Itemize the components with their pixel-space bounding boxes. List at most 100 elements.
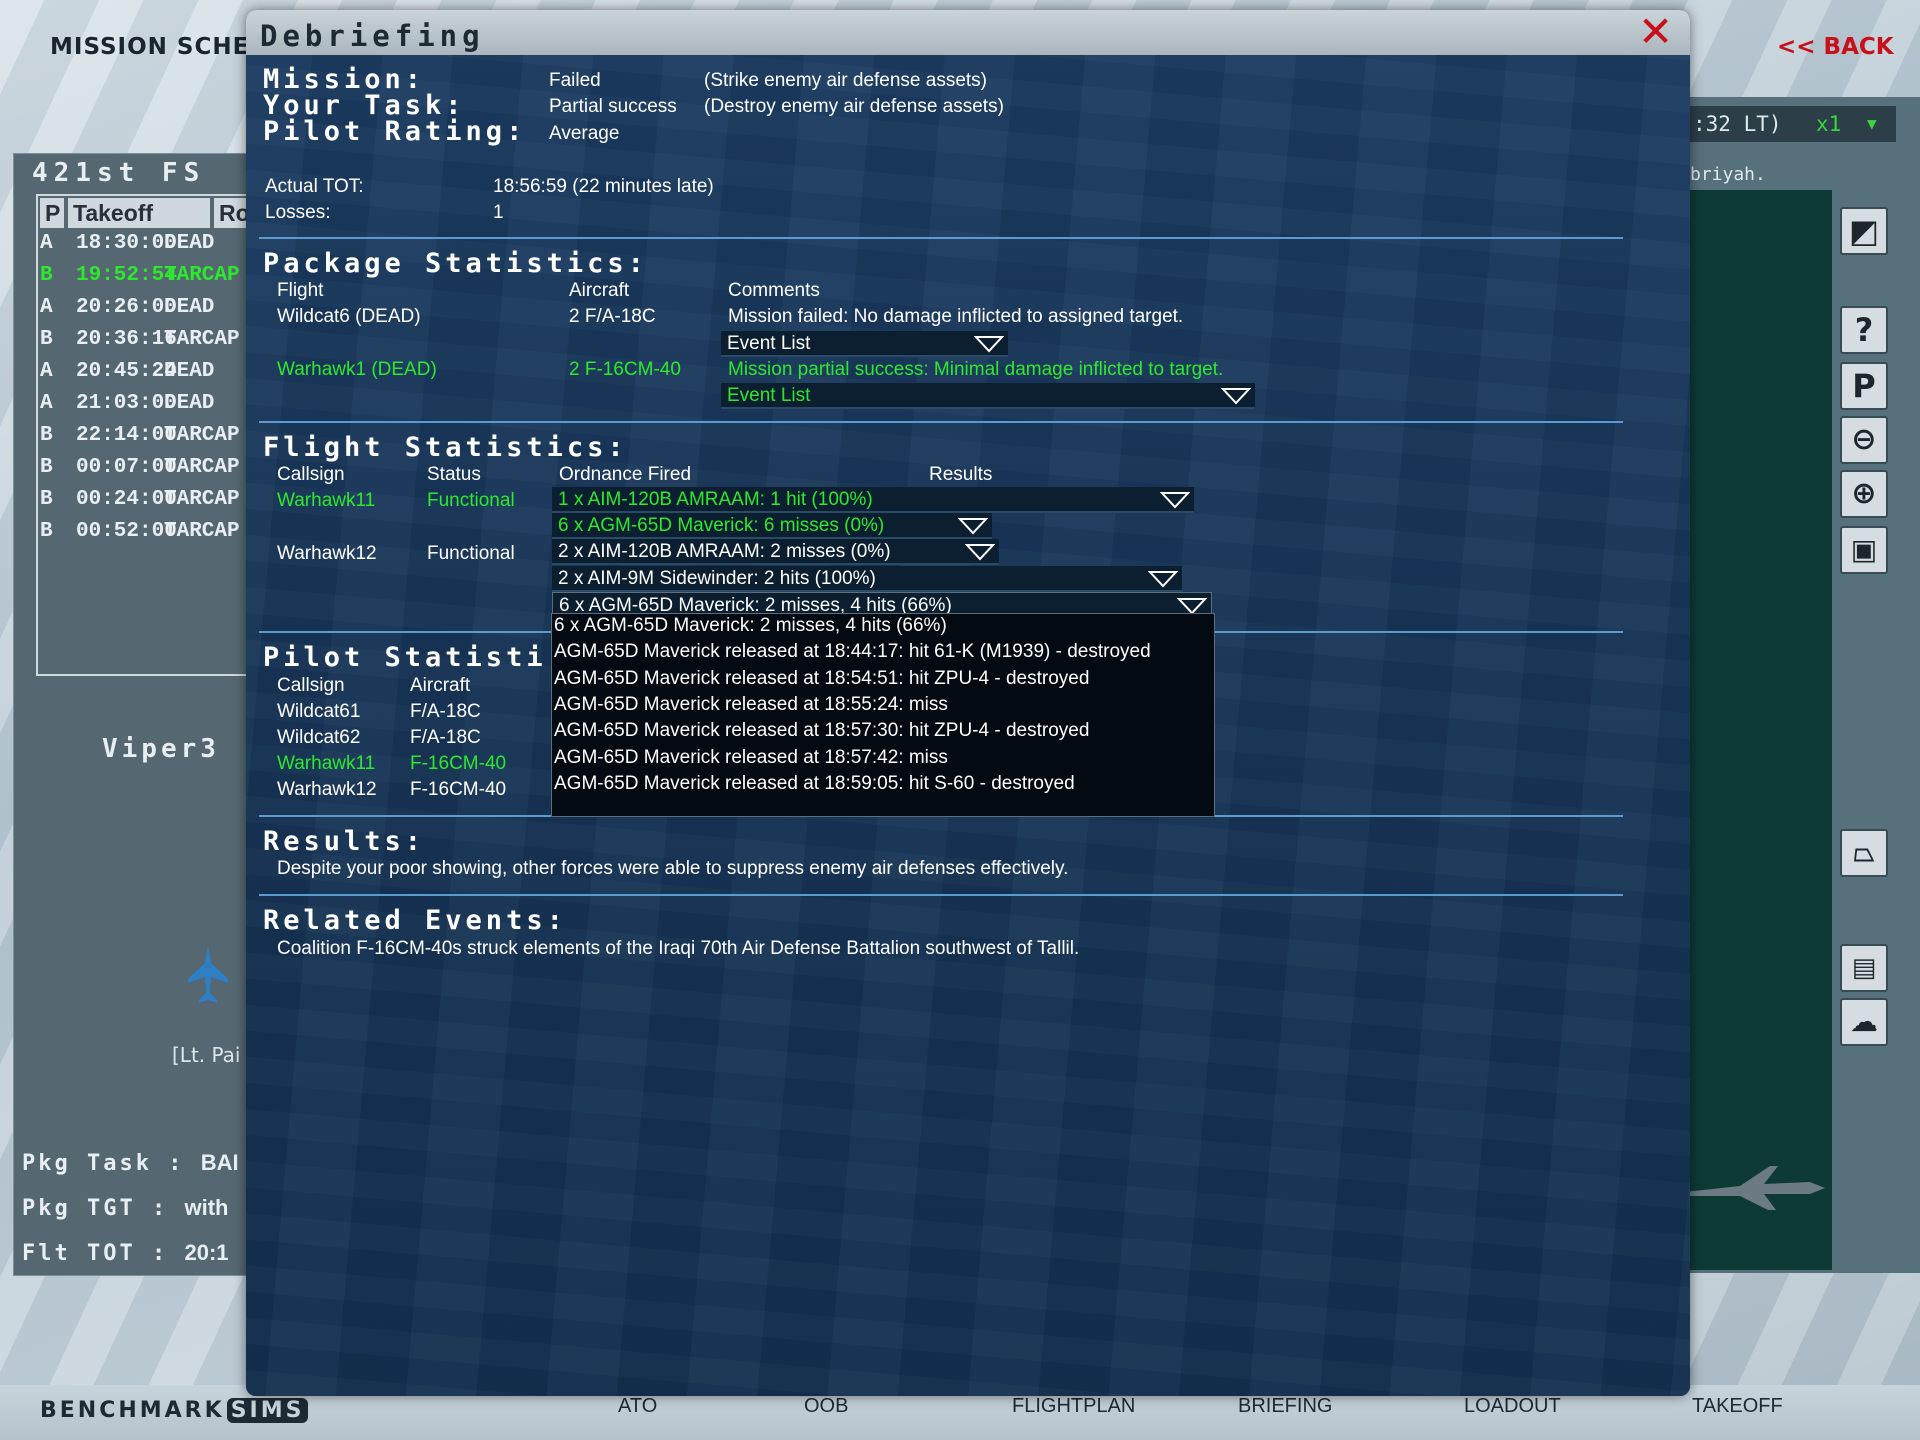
flight-p: B bbox=[40, 424, 53, 447]
aircraft-icon bbox=[188, 945, 228, 1003]
flight-row[interactable]: A 20:26:00 DEAD bbox=[38, 296, 256, 328]
flight-row[interactable]: B 22:14:00 TARCAP bbox=[38, 424, 256, 456]
ps-aircraft: F/A-18C bbox=[410, 701, 481, 722]
event-item[interactable]: AGM-65D Maverick released at 18:55:24: m… bbox=[554, 694, 948, 716]
event-item[interactable]: AGM-65D Maverick released at 18:44:17: h… bbox=[554, 641, 1151, 663]
dropdown-arrow-icon[interactable] bbox=[964, 542, 996, 562]
fs-col-results: Results bbox=[929, 464, 993, 485]
ordnance-label: 2 x AIM-120B AMRAAM: 2 misses (0%) bbox=[558, 541, 891, 562]
map-time-bar: :32 LT) x1 ▼ bbox=[1689, 106, 1896, 142]
event-item[interactable]: AGM-65D Maverick released at 18:57:30: h… bbox=[554, 720, 1089, 742]
rating-value: Average bbox=[549, 123, 620, 144]
flight-takeoff: 20:36:16 bbox=[76, 328, 177, 351]
flt-tot-row: Flt TOT : 20:1 bbox=[22, 1240, 229, 1266]
divider bbox=[259, 421, 1623, 423]
ps-callsign: Warhawk11 bbox=[277, 753, 376, 774]
related-heading: Related Events: bbox=[263, 905, 567, 936]
col-header-takeoff[interactable]: Takeoff bbox=[68, 198, 210, 228]
flight-row[interactable]: B 00:24:00 TARCAP bbox=[38, 488, 256, 520]
tab-oob[interactable]: OOB bbox=[804, 1395, 848, 1418]
fit-view-icon[interactable]: ▣ bbox=[1840, 526, 1888, 574]
pkg-row2-comment: Mission partial success: Minimal damage … bbox=[728, 359, 1224, 380]
divider bbox=[259, 237, 1623, 239]
event-list-dropdown[interactable]: Event List bbox=[721, 331, 1008, 357]
flight-row[interactable]: A 18:30:00 DEAD bbox=[38, 232, 256, 264]
tab-ato[interactable]: ATO bbox=[618, 1395, 657, 1418]
event-item[interactable]: AGM-65D Maverick released at 18:54:51: h… bbox=[554, 668, 1089, 690]
weather-icon[interactable]: ☁ bbox=[1840, 998, 1888, 1046]
ps-aircraft: F-16CM-40 bbox=[410, 753, 507, 774]
flight-role: TARCAP bbox=[164, 424, 240, 447]
fs-row2-status: Functional bbox=[427, 543, 515, 564]
fs-col-status: Status bbox=[427, 464, 481, 485]
fs-row1-status: Functional bbox=[427, 490, 515, 511]
flight-p: B bbox=[40, 488, 53, 511]
ordnance-dropdown[interactable]: 2 x AIM-9M Sidewinder: 2 hits (100%) bbox=[552, 566, 1182, 592]
dropdown-arrow-icon[interactable] bbox=[973, 334, 1005, 354]
ps-col-aircraft: Aircraft bbox=[410, 675, 471, 696]
back-button[interactable]: << BACK bbox=[1777, 34, 1894, 60]
tab-takeoff[interactable]: TAKEOFF bbox=[1692, 1395, 1783, 1418]
flight-role: TARCAP bbox=[164, 328, 240, 351]
map-view[interactable] bbox=[1689, 190, 1832, 1270]
flight-row[interactable]: B 00:52:00 TARCAP bbox=[38, 520, 256, 552]
pkg-row2-flight: Warhawk1 (DEAD) bbox=[277, 359, 437, 380]
flight-p: A bbox=[40, 392, 53, 415]
flight-takeoff: 22:14:00 bbox=[76, 424, 177, 447]
zoom-out-icon[interactable]: ⊖ bbox=[1840, 416, 1888, 464]
losses-value: 1 bbox=[493, 202, 504, 223]
ordnance-label: 6 x AGM-65D Maverick: 6 misses (0%) bbox=[558, 515, 885, 536]
flight-row[interactable]: B 00:07:00 TARCAP bbox=[38, 456, 256, 488]
flight-row[interactable]: B 20:36:16 TARCAP bbox=[38, 328, 256, 360]
mission-value: Failed bbox=[549, 70, 601, 91]
layers-icon[interactable]: ▤ bbox=[1840, 944, 1888, 992]
event-item[interactable]: AGM-65D Maverick released at 18:57:42: m… bbox=[554, 747, 948, 769]
pkg-col-flight: Flight bbox=[277, 280, 324, 301]
help-icon[interactable]: ? bbox=[1840, 306, 1888, 354]
dropdown-arrow-icon[interactable] bbox=[957, 516, 989, 536]
rating-label: Pilot Rating: bbox=[263, 116, 527, 147]
tab-flightplan[interactable]: FLIGHTPLAN bbox=[1012, 1395, 1135, 1418]
flight-p: B bbox=[40, 264, 53, 287]
tab-briefing[interactable]: BRIEFING bbox=[1238, 1395, 1332, 1418]
map-time: :32 LT) bbox=[1693, 112, 1782, 136]
flight-takeoff: 21:03:00 bbox=[76, 392, 177, 415]
event-item[interactable]: AGM-65D Maverick released at 18:59:05: h… bbox=[554, 773, 1075, 795]
ordnance-dropdown[interactable]: 6 x AGM-65D Maverick: 6 misses (0%) bbox=[552, 513, 992, 539]
window-toggle-icon[interactable]: ◩ bbox=[1840, 207, 1888, 255]
event-list-dropdown[interactable]: Event List bbox=[721, 383, 1255, 409]
time-compression[interactable]: x1 bbox=[1816, 106, 1841, 142]
flight-role: TARCAP bbox=[164, 488, 240, 511]
flight-row[interactable]: A 20:45:24 DEAD bbox=[38, 360, 256, 392]
ordnance-dropdown[interactable]: 1 x AIM-120B AMRAAM: 1 hit (100%) bbox=[552, 487, 1194, 513]
dropdown-arrow-icon[interactable] bbox=[1147, 569, 1179, 589]
zoom-in-icon[interactable]: ⊕ bbox=[1840, 470, 1888, 518]
pkg-tgt-row: Pkg TGT : with bbox=[22, 1195, 228, 1221]
dropdown-arrow-icon[interactable] bbox=[1159, 490, 1191, 510]
event-popup-list[interactable]: 6 x AGM-65D Maverick: 2 misses, 4 hits (… bbox=[551, 613, 1215, 817]
flight-takeoff: 20:45:24 bbox=[76, 360, 177, 383]
flight-role: TARCAP bbox=[164, 264, 240, 287]
flight-role: DEAD bbox=[164, 232, 215, 255]
dropdown-arrow-icon[interactable] bbox=[1220, 386, 1252, 406]
ordnance-label: 1 x AIM-120B AMRAAM: 1 hit (100%) bbox=[558, 489, 873, 510]
brand-logo: BENCHMARK SIMS bbox=[40, 1398, 309, 1423]
fs-col-callsign: Callsign bbox=[277, 464, 345, 485]
event-item[interactable]: 6 x AGM-65D Maverick: 2 misses, 4 hits (… bbox=[554, 615, 947, 637]
flight-takeoff: 20:26:00 bbox=[76, 296, 177, 319]
ps-aircraft: F-16CM-40 bbox=[410, 779, 507, 800]
col-header-p[interactable]: P bbox=[40, 198, 64, 228]
time-dropdown-icon[interactable]: ▼ bbox=[1867, 106, 1877, 142]
pilot-stats-heading: Pilot Statisti bbox=[263, 642, 547, 673]
flight-p: A bbox=[40, 360, 53, 383]
flight-row[interactable]: A 21:03:00 DEAD bbox=[38, 392, 256, 424]
divider bbox=[259, 894, 1623, 896]
pkg-row1-comment: Mission failed: No damage inflicted to a… bbox=[728, 306, 1184, 327]
ordnance-dropdown[interactable]: 2 x AIM-120B AMRAAM: 2 misses (0%) bbox=[552, 539, 999, 565]
flight-takeoff: 19:52:54 bbox=[76, 264, 177, 287]
threat-ring-icon[interactable]: ⏢ bbox=[1840, 829, 1888, 877]
flight-row[interactable]: B 19:52:54 TARCAP bbox=[38, 264, 256, 296]
tab-loadout[interactable]: LOADOUT bbox=[1464, 1395, 1561, 1418]
p-button[interactable]: P bbox=[1840, 362, 1888, 410]
ps-callsign: Wildcat61 bbox=[277, 701, 361, 722]
